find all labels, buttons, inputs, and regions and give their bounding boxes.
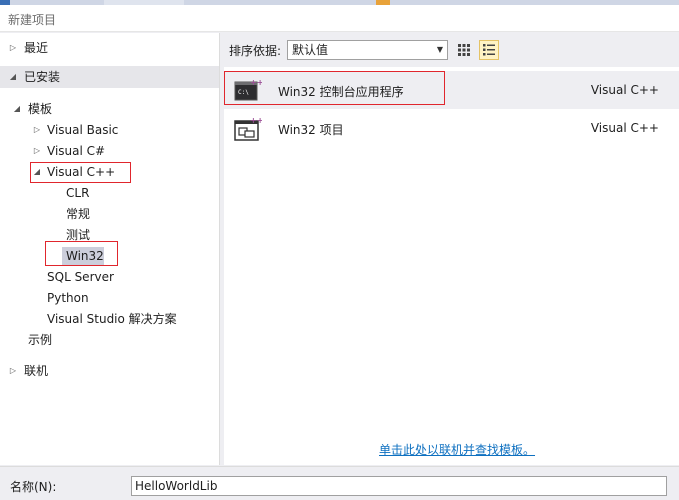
tree-item-general[interactable]: 常规 [0, 203, 219, 225]
collapse-arrow-icon[interactable]: ◢ [12, 98, 22, 120]
tree-item-sql-server[interactable]: SQL Server [0, 266, 219, 288]
expand-arrow-icon[interactable]: ▷ [8, 37, 18, 59]
tree-item-label: SQL Server [47, 270, 114, 284]
tree-item-label: 已安装 [24, 70, 61, 84]
sort-select[interactable]: 默认值 ▼ [287, 40, 448, 60]
tree-item-visual-csharp[interactable]: ▷ Visual C# [0, 140, 219, 162]
list-view-button[interactable] [479, 40, 499, 60]
tree-item-vs-solutions[interactable]: Visual Studio 解决方案 [0, 308, 219, 330]
template-language: Visual C++ [590, 121, 659, 135]
win32-project-icon: ++ [234, 115, 263, 141]
name-row: 名称(N): [0, 466, 679, 500]
tree-item-recent[interactable]: ▷ 最近 [0, 37, 219, 59]
list-view-icon [483, 44, 495, 56]
tree-item-label: CLR [66, 186, 90, 200]
tree-item-label: 常规 [66, 207, 91, 221]
tree-item-label: Python [47, 291, 89, 305]
online-templates-link[interactable]: 单击此处以联机并查找模板。 [379, 441, 535, 458]
tree-item-label: Visual C# [47, 144, 106, 158]
grid-view-button[interactable] [454, 40, 474, 60]
template-tree: ▷ 最近 ◢ 已安装 ◢ 模板 ▷ Visual Basic ▷ Visual … [0, 33, 220, 465]
tree-item-label: 联机 [24, 364, 49, 378]
tree-item-label: 模板 [28, 102, 53, 116]
collapse-arrow-icon[interactable]: ◢ [8, 66, 18, 88]
project-name-input[interactable] [131, 476, 667, 496]
tree-item-installed[interactable]: ◢ 已安装 [0, 66, 219, 88]
highlight-box-console-app [224, 71, 445, 105]
tree-item-label: 示例 [28, 333, 53, 347]
tree-item-label: Visual Studio 解决方案 [47, 312, 177, 326]
highlight-box-win32 [45, 241, 118, 266]
template-language: Visual C++ [590, 83, 659, 97]
tree-item-online[interactable]: ▷ 联机 [0, 360, 219, 382]
window-title: 新建项目 [8, 13, 57, 27]
sort-bar: 排序依据: 默认值 ▼ [221, 33, 679, 66]
highlight-box-visual-cpp [30, 162, 131, 183]
template-item-win32-project[interactable]: ++ Win32 项目 Visual C++ [224, 109, 679, 147]
tree-item-templates[interactable]: ◢ 模板 [0, 98, 219, 120]
tree-item-python[interactable]: Python [0, 287, 219, 309]
tree-item-label: 最近 [24, 41, 49, 55]
tree-item-samples[interactable]: 示例 [0, 329, 219, 351]
tree-item-label: Visual Basic [47, 123, 119, 137]
template-name: Win32 项目 [278, 123, 344, 137]
svg-text:++: ++ [250, 116, 262, 125]
tree-item-clr[interactable]: CLR [0, 182, 219, 204]
template-list: C:\ ++ Win32 控制台应用程序 Visual C++ ++ Win32… [224, 67, 679, 465]
sort-label: 排序依据: [229, 44, 282, 58]
sort-select-value: 默认值 [292, 43, 329, 57]
name-label: 名称(N): [10, 480, 57, 494]
title-bar: 新建项目 [0, 5, 679, 32]
tree-item-visual-basic[interactable]: ▷ Visual Basic [0, 119, 219, 141]
expand-arrow-icon[interactable]: ▷ [32, 140, 42, 162]
expand-arrow-icon[interactable]: ▷ [8, 360, 18, 382]
chevron-down-icon: ▼ [436, 45, 443, 54]
grid-view-icon [458, 44, 470, 56]
expand-arrow-icon[interactable]: ▷ [32, 119, 42, 141]
